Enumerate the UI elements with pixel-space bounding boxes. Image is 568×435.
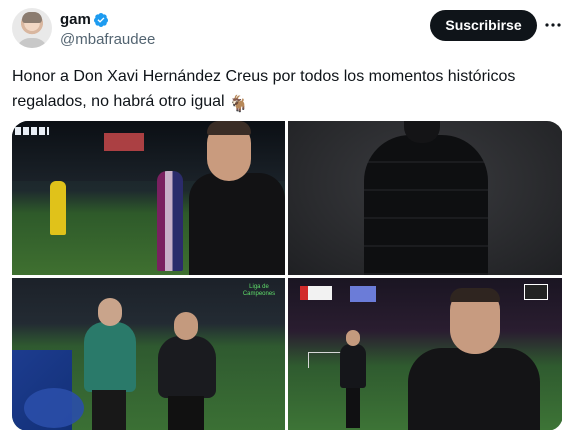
avatar[interactable] [12, 8, 52, 48]
coach-legs [168, 396, 204, 430]
coach-figure [187, 121, 285, 275]
stadium-screen [104, 133, 144, 151]
avatar-shirt [16, 38, 48, 48]
coach-figure [408, 288, 540, 430]
verified-badge-icon [93, 13, 108, 27]
stadium-lights [15, 127, 49, 135]
user-display-name[interactable]: gam [60, 11, 91, 29]
coach-hair [450, 288, 500, 302]
avatar-hair [22, 12, 42, 23]
coach-head [174, 312, 198, 340]
scoreboard-graphic [300, 286, 332, 300]
coach-coat [340, 344, 366, 388]
media-image-3[interactable]: Liga de Campeones [12, 278, 285, 430]
user-handle[interactable]: @mbafraudee [60, 31, 155, 49]
coach-hair [207, 121, 251, 135]
referee-figure [80, 298, 140, 430]
subscribe-button[interactable]: Suscribirse [430, 10, 537, 41]
player-barca [157, 171, 183, 271]
champions-ball-graphic [24, 388, 84, 428]
player-yellow [50, 181, 66, 235]
coach-head [346, 330, 360, 346]
coach-back-jacket [364, 135, 488, 275]
coach-jacket [408, 348, 540, 430]
coach-figure [152, 312, 222, 430]
broadcast-logo: Liga de Campeones [242, 284, 276, 297]
tweet-body: Honor a Don Xavi Hernández Creus por tod… [12, 68, 516, 110]
goat-emoji-icon: 🐐 [228, 96, 249, 113]
opposing-coach-figure [338, 330, 368, 428]
tweet-text: Honor a Don Xavi Hernández Creus por tod… [12, 64, 560, 117]
referee-shirt [84, 322, 136, 392]
media-image-2[interactable] [288, 121, 562, 275]
media-image-1[interactable] [12, 121, 285, 275]
media-grid: Liga de Campeones [12, 121, 563, 431]
stadium-screen [350, 286, 376, 302]
media-image-4[interactable] [288, 278, 562, 430]
referee-legs [92, 390, 126, 430]
coach-coat [158, 336, 216, 398]
more-horizontal-icon[interactable] [544, 16, 562, 34]
referee-head [98, 298, 122, 326]
coach-jacket [189, 173, 285, 275]
coach-legs [346, 388, 360, 428]
